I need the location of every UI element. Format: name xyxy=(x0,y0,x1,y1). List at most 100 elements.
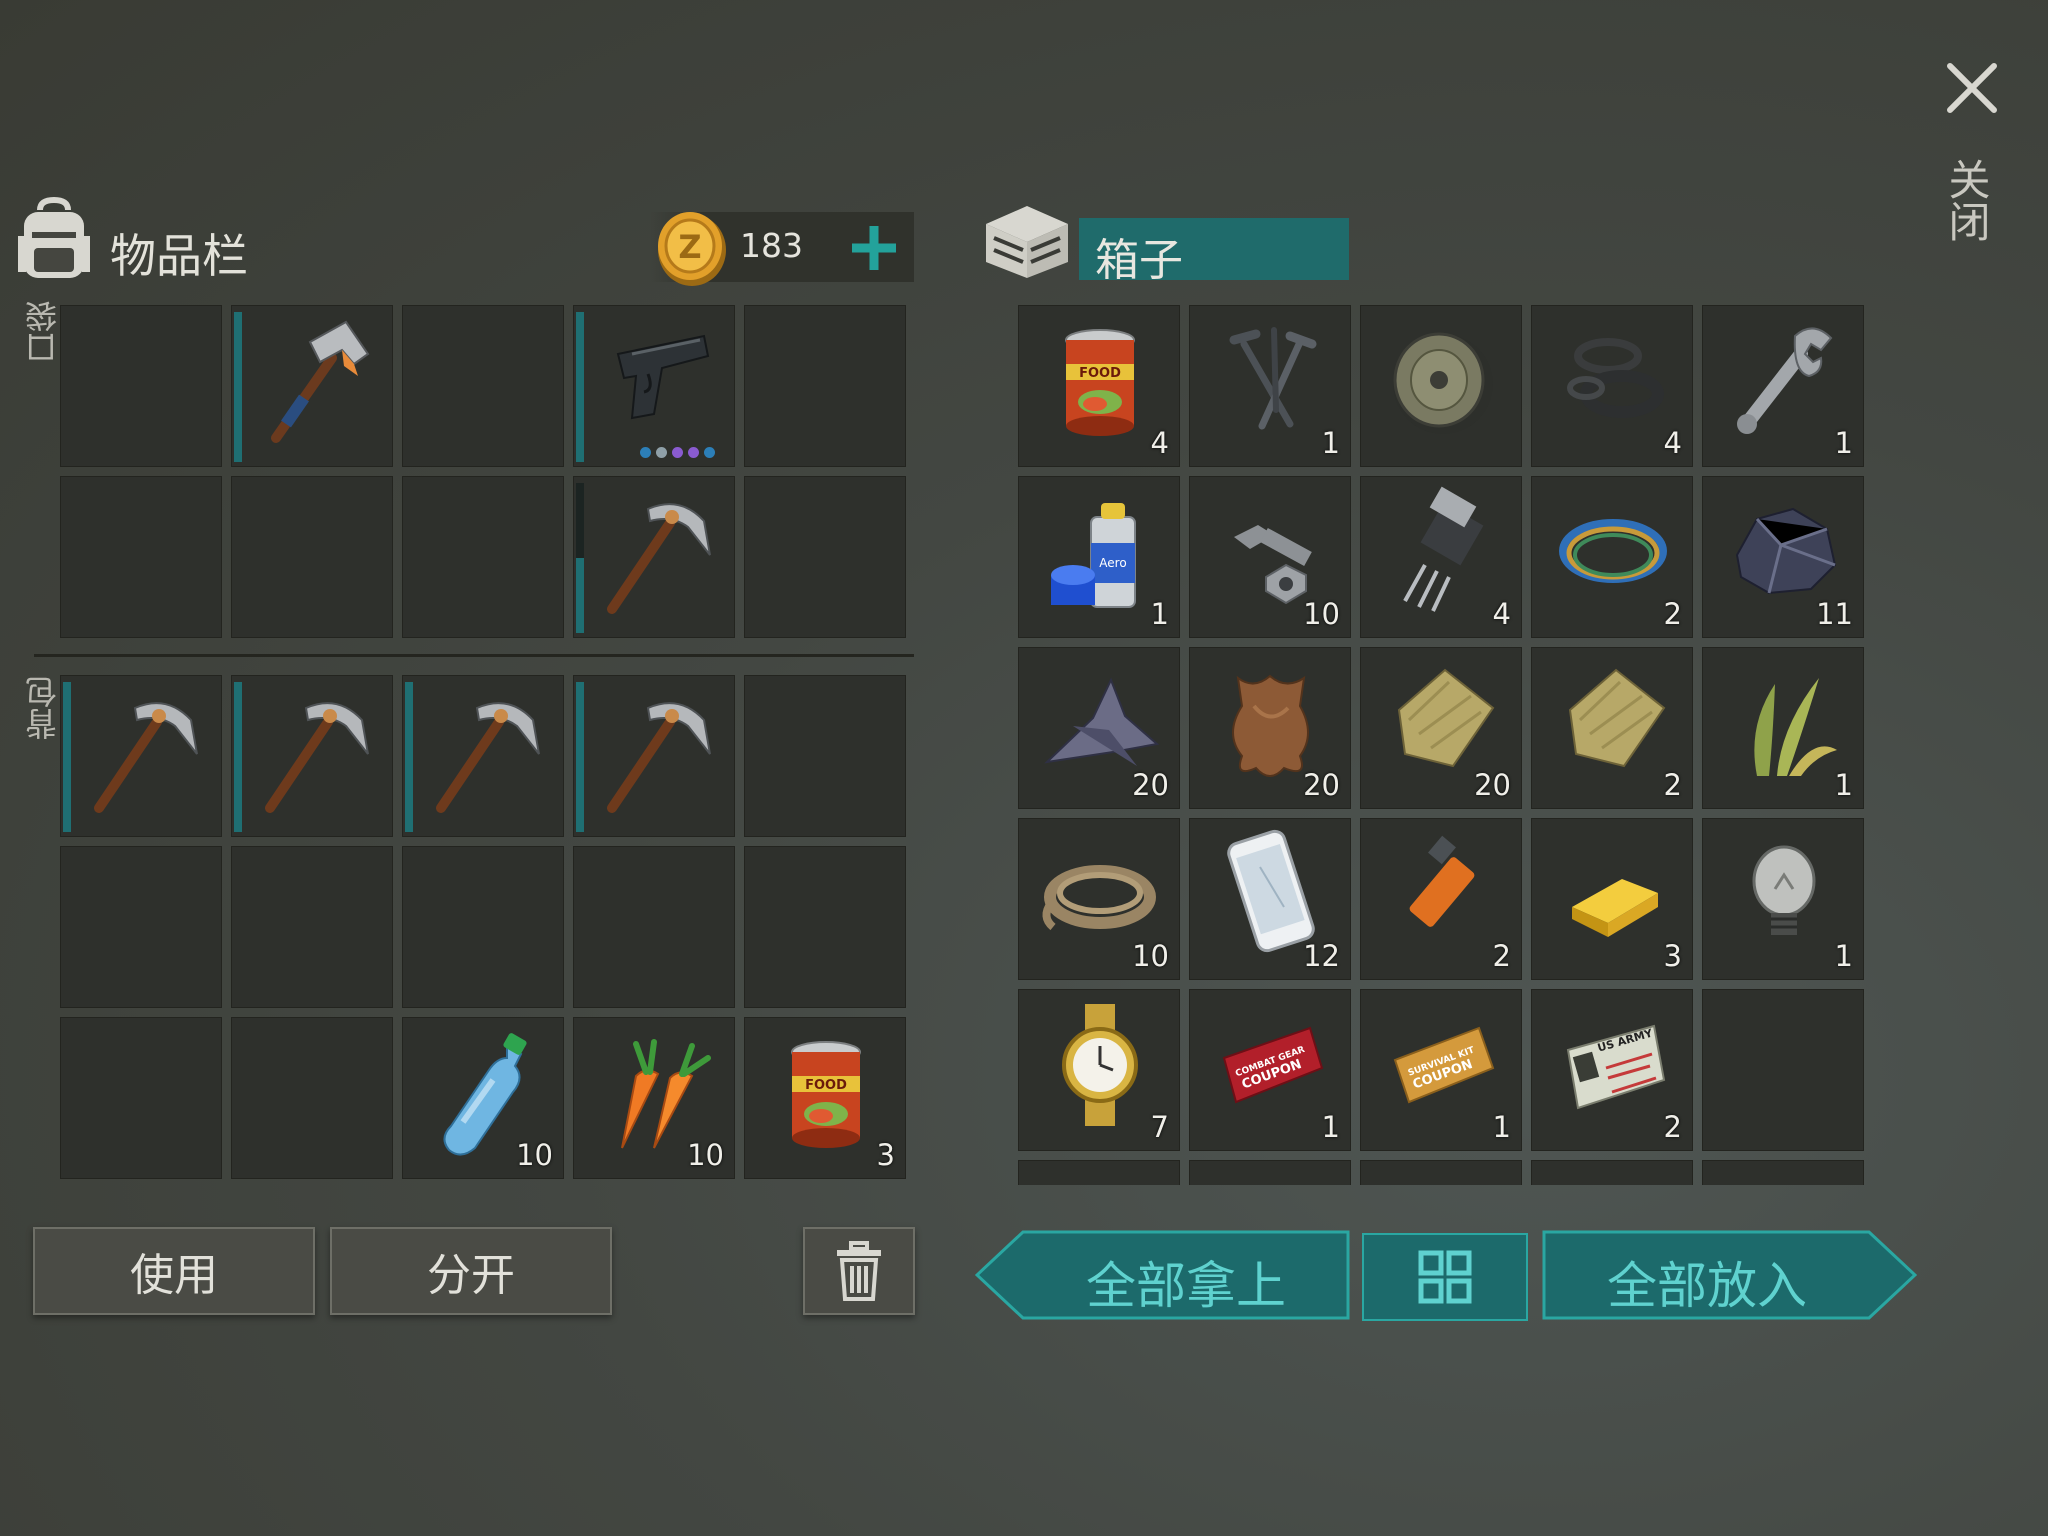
box-slot[interactable]: COMBAT GEAR COUPON 1 xyxy=(1189,989,1351,1151)
item-count: 2 xyxy=(1663,1110,1682,1144)
pocket-slot[interactable] xyxy=(231,305,393,467)
gold-watch-icon xyxy=(1062,1004,1138,1126)
box-slot[interactable]: FOOD 4 xyxy=(1018,305,1180,467)
box-slot[interactable] xyxy=(1360,305,1522,467)
backpack-slot[interactable] xyxy=(744,846,906,1008)
spray-paint-icon: Aero xyxy=(1051,503,1136,608)
item-count: 1 xyxy=(1834,939,1853,973)
split-button[interactable]: 分开 xyxy=(330,1227,612,1315)
hammer-icon xyxy=(271,320,370,443)
backpack-slot[interactable] xyxy=(744,675,906,837)
svg-text:FOOD: FOOD xyxy=(805,1078,847,1093)
item-count: 1 xyxy=(1321,1110,1340,1144)
durability-bar xyxy=(576,483,584,633)
backpack-slot[interactable] xyxy=(60,675,222,837)
item-count: 2 xyxy=(1663,597,1682,631)
durability-bar xyxy=(576,682,584,832)
backpack-slot[interactable]: 10 xyxy=(402,1017,564,1179)
durability-bar xyxy=(405,682,413,832)
box-slot[interactable]: 10 xyxy=(1189,476,1351,638)
box-title: 箱子 xyxy=(1095,235,1183,286)
box-slot[interactable] xyxy=(1702,1160,1864,1185)
backpack-grid: 10 10 FOOD 3 xyxy=(60,675,915,1185)
pocket-slot[interactable] xyxy=(573,476,735,638)
box-slot[interactable] xyxy=(1531,1160,1693,1185)
box-slot[interactable]: 10 xyxy=(1018,818,1180,980)
box-slot[interactable]: 1 xyxy=(1189,305,1351,467)
box-slot[interactable]: Aero 1 xyxy=(1018,476,1180,638)
pocket-slot[interactable] xyxy=(744,305,906,467)
box-slot[interactable]: 7 xyxy=(1018,989,1180,1151)
plant-fiber-icon xyxy=(1754,678,1837,776)
durability-bar xyxy=(63,682,71,832)
backpack-slot[interactable]: FOOD 3 xyxy=(744,1017,906,1179)
item-count: 7 xyxy=(1150,1110,1169,1144)
box-slot[interactable]: 2 xyxy=(1360,818,1522,980)
backpack-slot[interactable] xyxy=(573,675,735,837)
coin-count: 183 xyxy=(740,226,803,265)
box-slot[interactable] xyxy=(1018,1160,1180,1185)
inventory-title: 物品栏 xyxy=(110,229,248,283)
attachment-dot xyxy=(656,447,667,458)
attachment-dot xyxy=(704,447,715,458)
pistol-icon xyxy=(616,334,710,420)
pocket-slot[interactable] xyxy=(231,476,393,638)
survival-kit-coupon-icon: SURVIVAL KIT COUPON xyxy=(1393,1026,1495,1104)
take-all-button[interactable]: 全部拿上 xyxy=(975,1230,1350,1320)
box-slot[interactable] xyxy=(1360,1160,1522,1185)
box-slot[interactable]: 4 xyxy=(1531,305,1693,467)
item-count: 10 xyxy=(516,1138,553,1172)
pocket-slot[interactable] xyxy=(744,476,906,638)
box-slot[interactable]: 20 xyxy=(1018,647,1180,809)
put-all-button[interactable]: 全部放入 xyxy=(1542,1230,1917,1320)
box-slot[interactable]: 2 xyxy=(1531,476,1693,638)
plus-icon xyxy=(852,226,896,270)
item-count: 10 xyxy=(1132,939,1169,973)
item-count: 2 xyxy=(1492,939,1511,973)
trash-button[interactable] xyxy=(803,1227,915,1315)
box-slot[interactable]: 4 xyxy=(1360,476,1522,638)
backpack-slot[interactable] xyxy=(231,1017,393,1179)
item-count: 20 xyxy=(1474,768,1511,802)
box-slot[interactable]: 20 xyxy=(1360,647,1522,809)
box-slot[interactable]: 12 xyxy=(1189,818,1351,980)
backpack-slot[interactable] xyxy=(231,675,393,837)
box-slot[interactable]: 2 xyxy=(1531,647,1693,809)
canned-food-icon: FOOD xyxy=(1065,329,1135,436)
box-slot[interactable]: SURVIVAL KIT COUPON 1 xyxy=(1360,989,1522,1151)
backpack-slot[interactable] xyxy=(231,846,393,1008)
backpack-slot[interactable]: 10 xyxy=(573,1017,735,1179)
pocket-slot[interactable] xyxy=(573,305,735,467)
backpack-slot[interactable] xyxy=(402,675,564,837)
transistor-icon xyxy=(1403,486,1484,612)
box-slot[interactable]: 20 xyxy=(1189,647,1351,809)
backpack-icon xyxy=(18,196,90,278)
sort-button[interactable] xyxy=(1362,1233,1528,1321)
box-slot[interactable] xyxy=(1702,989,1864,1151)
box-slot[interactable]: 1 xyxy=(1702,818,1864,980)
section-divider xyxy=(34,654,914,657)
close-button[interactable] xyxy=(1944,60,2000,116)
backpack-slot[interactable] xyxy=(60,1017,222,1179)
add-coins-button[interactable] xyxy=(846,220,902,276)
backpack-slot[interactable] xyxy=(60,846,222,1008)
usb-drive-icon xyxy=(1409,835,1475,927)
army-id-card-icon: US ARMY xyxy=(1566,1024,1666,1110)
item-count: 1 xyxy=(1834,426,1853,460)
backpack-slot[interactable] xyxy=(402,846,564,1008)
pocket-slot[interactable] xyxy=(402,305,564,467)
pocket-slot[interactable] xyxy=(60,476,222,638)
backpack-slot[interactable] xyxy=(573,846,735,1008)
item-count: 4 xyxy=(1492,597,1511,631)
pocket-slot[interactable] xyxy=(402,476,564,638)
box-slot[interactable] xyxy=(1189,1160,1351,1185)
box-slot[interactable]: US ARMY 2 xyxy=(1531,989,1693,1151)
box-slot[interactable]: 11 xyxy=(1702,476,1864,638)
box-slot[interactable]: 3 xyxy=(1531,818,1693,980)
box-slot[interactable]: 1 xyxy=(1702,647,1864,809)
put-all-label: 全部放入 xyxy=(1607,1257,1807,1315)
use-button[interactable]: 使用 xyxy=(33,1227,315,1315)
item-count: 12 xyxy=(1303,939,1340,973)
pocket-slot[interactable] xyxy=(60,305,222,467)
box-slot[interactable]: 1 xyxy=(1702,305,1864,467)
